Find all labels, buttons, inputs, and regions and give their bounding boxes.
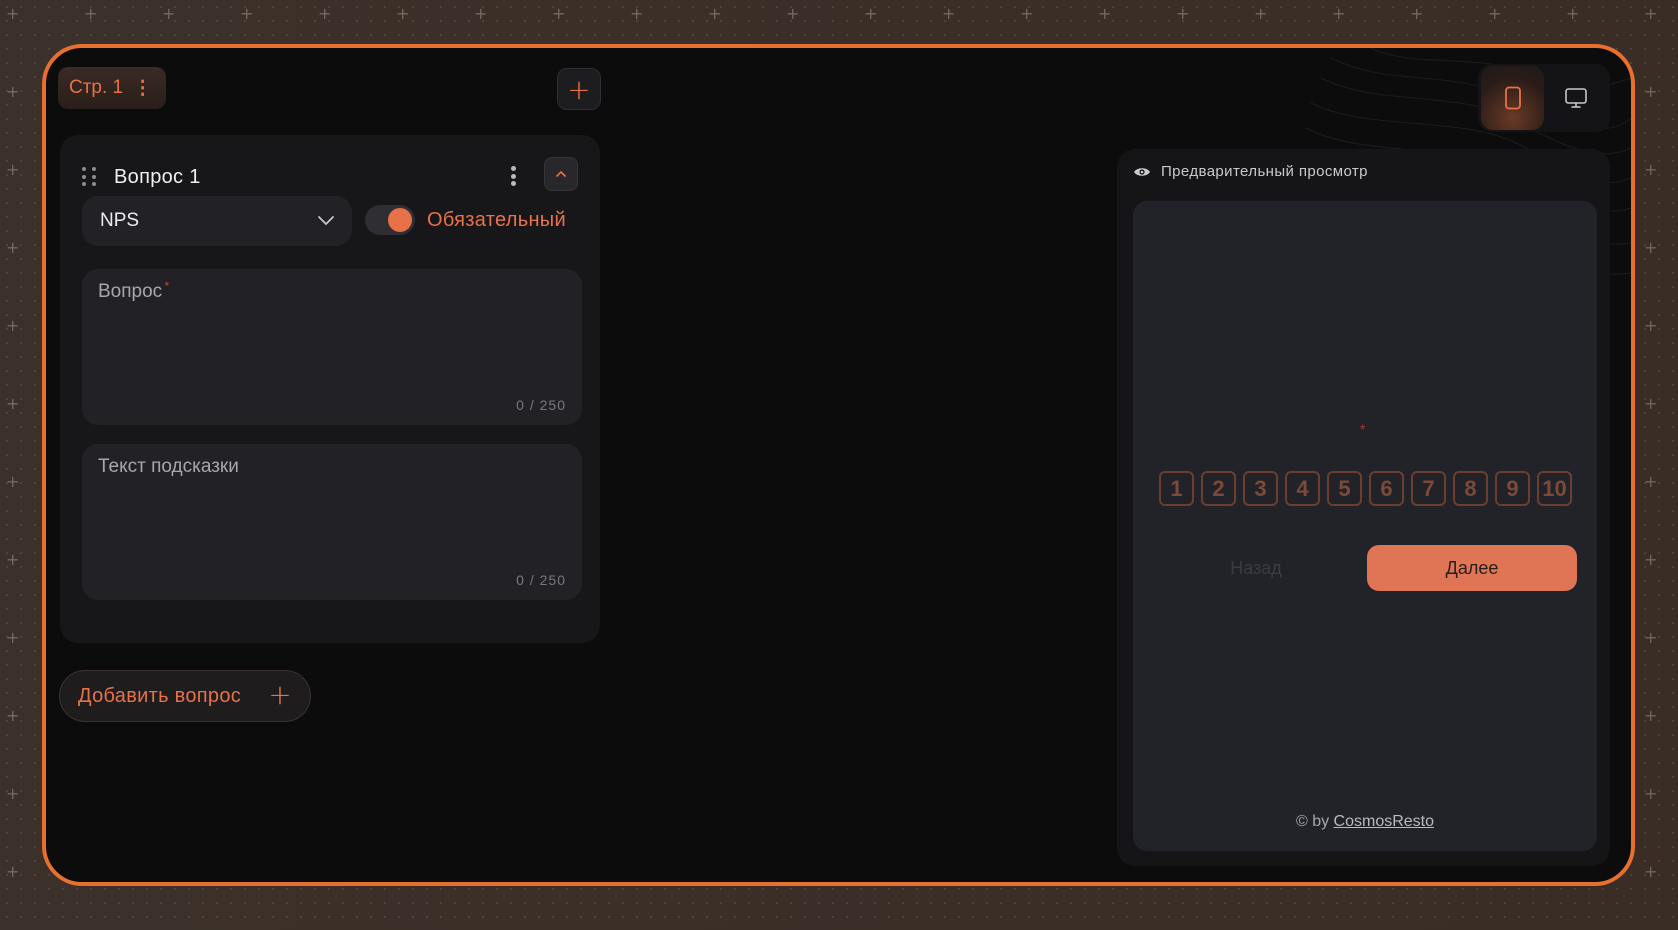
add-question-label: Добавить вопрос <box>78 684 242 707</box>
preview-title: Предварительный просмотр <box>1161 163 1368 180</box>
eye-icon <box>1134 167 1150 176</box>
preview-panel: Предварительный просмотр * 1 2 3 4 5 6 7 8 9 10 Н… <box>1117 149 1610 866</box>
required-toggle[interactable] <box>365 205 415 235</box>
required-asterisk: * <box>164 279 170 293</box>
collapse-button[interactable] <box>544 157 578 191</box>
nps-option[interactable]: 4 <box>1285 471 1320 506</box>
question-menu-icon[interactable] <box>508 163 518 189</box>
add-question-button[interactable]: Добавить вопрос + <box>59 670 311 722</box>
hint-placeholder: Текст подсказки <box>98 456 239 477</box>
nps-option[interactable]: 2 <box>1201 471 1236 506</box>
plus-icon: + <box>268 678 292 711</box>
smartphone-icon <box>1504 86 1521 110</box>
page-tab-label: Стр. 1 <box>69 77 124 98</box>
mobile-view-button[interactable] <box>1481 66 1544 130</box>
device-switch <box>1478 64 1610 132</box>
question-char-counter: 0 / 250 <box>516 397 566 413</box>
nps-option[interactable]: 3 <box>1243 471 1278 506</box>
nps-option[interactable]: 6 <box>1369 471 1404 506</box>
preview-screen: * 1 2 3 4 5 6 7 8 9 10 Назад Далее © by CosmosRes… <box>1133 201 1597 851</box>
plus-icon: + <box>567 72 591 106</box>
hint-textarea[interactable]: Текст подсказки 0 / 250 <box>82 444 582 600</box>
app-frame: Стр. 1 ⋮ + Вопрос 1 NPS Обязательный Воп… <box>42 44 1635 886</box>
question-card: Вопрос 1 NPS Обязательный Вопрос * 0 / 25… <box>60 135 600 643</box>
drag-handle-icon[interactable] <box>82 167 98 187</box>
question-placeholder: Вопрос * <box>98 279 170 302</box>
question-title: Вопрос 1 <box>114 165 201 188</box>
back-button[interactable]: Назад <box>1153 545 1359 591</box>
question-textarea[interactable]: Вопрос * 0 / 250 <box>82 269 582 425</box>
required-toggle-group: Обязательный <box>365 205 566 235</box>
nps-option[interactable]: 8 <box>1453 471 1488 506</box>
preview-header: Предварительный просмотр <box>1133 163 1368 180</box>
add-page-button[interactable]: + <box>557 68 601 110</box>
next-button[interactable]: Далее <box>1367 545 1577 591</box>
kebab-vertical-icon[interactable]: ⋮ <box>133 77 152 100</box>
hint-char-counter: 0 / 250 <box>516 572 566 588</box>
nps-option[interactable]: 9 <box>1495 471 1530 506</box>
required-asterisk: * <box>1360 421 1366 437</box>
nps-option[interactable]: 10 <box>1537 471 1572 506</box>
nps-scale: 1 2 3 4 5 6 7 8 9 10 <box>1159 471 1572 506</box>
chevron-down-icon <box>318 216 334 226</box>
nps-option[interactable]: 5 <box>1327 471 1362 506</box>
monitor-icon <box>1564 88 1587 108</box>
credit-link[interactable]: CosmosResto <box>1334 813 1434 830</box>
question-header: Вопрос 1 <box>82 157 578 197</box>
page-tab[interactable]: Стр. 1 ⋮ <box>58 67 167 109</box>
credit-prefix: © by <box>1295 813 1330 830</box>
required-label: Обязательный <box>427 208 566 231</box>
credit: © by CosmosResto <box>1133 813 1597 831</box>
question-type-select[interactable]: NPS <box>82 196 352 246</box>
nps-option[interactable]: 1 <box>1159 471 1194 506</box>
question-type-value: NPS <box>100 210 140 231</box>
desktop-view-button[interactable] <box>1544 66 1607 130</box>
chevron-up-icon <box>556 170 566 177</box>
nps-option[interactable]: 7 <box>1411 471 1446 506</box>
